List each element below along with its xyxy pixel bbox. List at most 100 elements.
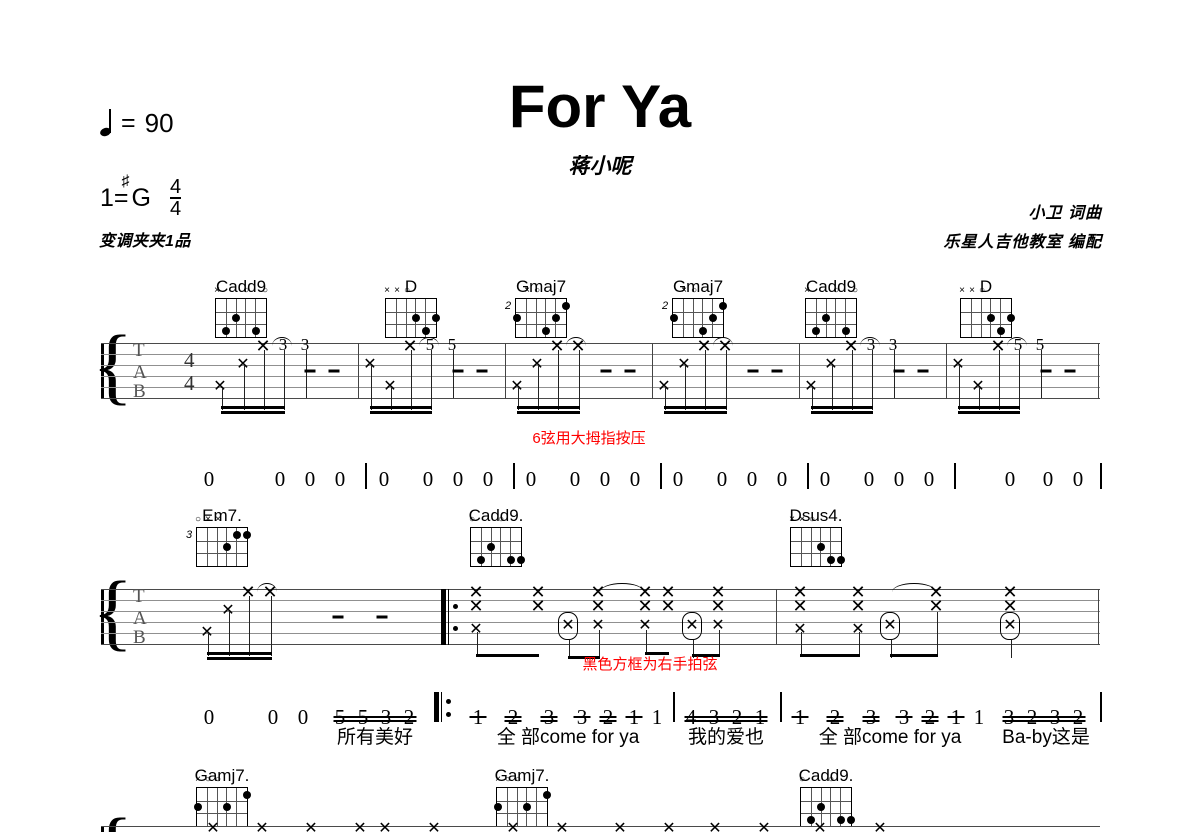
num-note: 0 [525, 467, 537, 491]
mute-x: ✕ [591, 617, 605, 634]
string-marker-o: ○ [978, 285, 986, 296]
num-note: 0 [746, 467, 758, 491]
chord-diagram-cadd9-3: Cadd9. ○ ○ [469, 506, 525, 567]
num-note: 0 [1042, 467, 1054, 491]
credit-arranger: 乐星人吉他教室 编配 [943, 234, 1102, 251]
mute-x: ✕ [353, 820, 367, 832]
mute-x: ✕ [843, 336, 859, 356]
string-marker-o: ○ [851, 285, 859, 296]
chord-diagram-em7: Em7. 3 ○ × × [186, 506, 251, 567]
quarter-note-icon [98, 108, 113, 138]
lyric-line: 我的爱也 [687, 727, 765, 748]
mute-x: ✕ [530, 596, 546, 616]
string-marker-x: × [681, 285, 687, 296]
rest-mark [1040, 369, 1052, 373]
tab-clef-b: B [133, 627, 146, 648]
staff-time-denominator: 4 [184, 371, 195, 395]
mute-x: ✕ [685, 617, 699, 634]
mute-x: ✕ [757, 820, 771, 832]
barline [776, 589, 778, 645]
rest-mark [328, 369, 340, 373]
chord-name: Cadd9. [468, 506, 524, 525]
mute-x: ✕ [1003, 617, 1017, 634]
barline [652, 343, 654, 399]
base-fret-label: 2 [662, 300, 669, 312]
num-note: 0 [304, 467, 316, 491]
mute-x: ✕ [951, 356, 965, 373]
mute-x: ✕ [555, 820, 569, 832]
num-note: 0 [672, 467, 684, 491]
chord-diagram-gamj7-2: Gamj7. × ○ ○ [494, 766, 551, 827]
chord-diagram-gamj7-1: Gamj7. × ○ ○ [194, 766, 251, 827]
mute-x: ✕ [510, 378, 524, 395]
num-note: 0 [599, 467, 611, 491]
string-marker-o: ○ [514, 774, 522, 785]
mute-x: ✕ [255, 820, 269, 832]
repeat-dot [446, 712, 451, 717]
repeat-dot [453, 604, 458, 609]
mute-x: ✕ [255, 336, 271, 356]
base-fret-label: 3 [186, 529, 193, 541]
tab-staff-3 [101, 826, 1100, 832]
chord-name: Gamj7. [494, 766, 550, 785]
mute-x: ✕ [990, 336, 1006, 356]
tab-clef-t: T [133, 586, 145, 607]
tempo-equals: = [121, 109, 136, 137]
mute-x: ✕ [813, 820, 827, 832]
lyric-line: 所有美好 [336, 727, 414, 748]
string-marker-x: × [959, 285, 965, 296]
mute-x: ✕ [1002, 596, 1018, 616]
mute-x: ✕ [213, 378, 227, 395]
string-marker-x: × [799, 514, 805, 525]
barline [358, 343, 360, 399]
mute-x: ✕ [221, 602, 235, 619]
mute-x: ✕ [378, 820, 392, 832]
tie-mark [860, 337, 880, 346]
string-marker-x: × [524, 285, 530, 296]
mute-x: ✕ [590, 596, 606, 616]
chord-name: Cadd9. [798, 766, 854, 785]
rest-mark [917, 369, 929, 373]
tie-mark [419, 337, 439, 346]
num-barline [807, 463, 809, 489]
num-note: 0 [1072, 467, 1084, 491]
string-marker-x: × [195, 774, 201, 785]
chord-diagram-cadd9-2: Cadd9 × ○ ○ [804, 277, 858, 338]
num-barline [365, 463, 367, 489]
string-marker-x: × [804, 285, 810, 296]
rest-mark [1064, 369, 1076, 373]
chord-name: Gamj7. [194, 766, 250, 785]
rest-mark [747, 369, 759, 373]
string-marker-x: × [969, 285, 975, 296]
num-note: 0 [819, 467, 831, 491]
string-marker-o: ○ [504, 774, 512, 785]
fret-number: 3 [300, 335, 310, 354]
rest-mark [452, 369, 464, 373]
lyric-line: 全 部come for ya [496, 727, 640, 748]
mute-x: ✕ [200, 624, 214, 641]
chord-diagram-d-2: D × × ○ [959, 277, 1015, 338]
mute-x: ✕ [660, 596, 676, 616]
mute-x: ✕ [530, 356, 544, 373]
tempo-marking: = 90 [98, 108, 174, 139]
num-barline [673, 692, 675, 722]
string-marker-o: ○ [204, 774, 212, 785]
num-barline [660, 463, 662, 489]
rest-mark [376, 615, 388, 619]
string-marker-x: × [789, 514, 795, 525]
mute-x: ✕ [804, 378, 818, 395]
mute-x: ✕ [696, 336, 712, 356]
mute-x: ✕ [506, 820, 520, 832]
base-fret-label: 2 [505, 300, 512, 312]
key-note: G [131, 184, 151, 212]
num-note: 0 [776, 467, 788, 491]
num-note: 0 [267, 705, 279, 729]
string-marker-x: × [384, 285, 390, 296]
mute-x: ✕ [851, 621, 865, 638]
lyric-line: 全 部come for ya [818, 727, 962, 748]
num-note: 0 [569, 467, 581, 491]
string-marker-x: × [495, 774, 501, 785]
chord-name: Cadd9 [805, 277, 857, 296]
mute-x: ✕ [792, 596, 808, 616]
string-marker-o: ○ [690, 285, 698, 296]
